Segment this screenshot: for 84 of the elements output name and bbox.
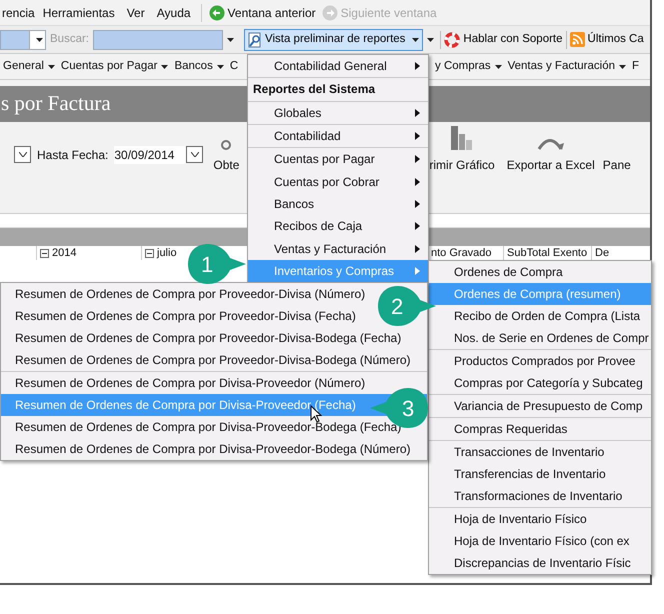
menu-bar-item[interactable]: Ayuda bbox=[150, 4, 197, 22]
menu-item[interactable]: Variancia de Presupuesto de Comp bbox=[454, 397, 643, 415]
submenu-arrow-icon bbox=[415, 244, 420, 253]
submenu-arrow-icon bbox=[415, 155, 420, 164]
menu-item[interactable]: Transformaciones de Inventario bbox=[454, 487, 622, 505]
lifebuoy-icon bbox=[444, 32, 460, 48]
dropdown-button[interactable] bbox=[186, 146, 204, 163]
search-field[interactable] bbox=[93, 30, 223, 50]
bar-chart-icon bbox=[451, 124, 474, 150]
ribbon-button[interactable]: Pane bbox=[602, 124, 631, 174]
menu-bar-item[interactable]: Ver bbox=[120, 4, 151, 22]
submenu-arrow-icon bbox=[415, 266, 420, 275]
menu-item[interactable]: Compras Requeridas bbox=[454, 420, 568, 438]
step-callout: 2 bbox=[376, 284, 438, 328]
menu-item[interactable]: Contabilidad bbox=[274, 127, 341, 146]
nav-menu-item[interactable]: General bbox=[0, 58, 58, 76]
submenu-arrow-icon bbox=[415, 132, 420, 140]
arc-arrow-icon bbox=[536, 136, 565, 150]
support-button[interactable]: Hablar con Soporte bbox=[444, 30, 563, 48]
menu-item[interactable]: Resumen de Ordenes de Compra por Proveedor-Divisa (Fecha) bbox=[15, 307, 356, 325]
menu-item[interactable]: Contabilidad General bbox=[274, 57, 387, 76]
nav-menu-item[interactable]: C bbox=[226, 58, 242, 76]
rss-icon bbox=[570, 32, 585, 47]
ribbon-button[interactable]: Obte bbox=[213, 124, 240, 174]
nav-menu-item[interactable]: Ventas y Facturación bbox=[504, 58, 630, 76]
menu-item[interactable]: Hoja de Inventario Físico (con ex bbox=[454, 532, 630, 550]
feeds-button[interactable]: Últimos Ca bbox=[570, 30, 644, 48]
submenu-arrow-icon bbox=[415, 222, 420, 230]
menu-item[interactable]: Resumen de Ordenes de Compra por Divisa-Proveedor-Bodega (Número) bbox=[15, 440, 411, 458]
menu-item[interactable]: Ventas y Facturación bbox=[274, 240, 386, 258]
submenu-arrow-icon bbox=[415, 178, 420, 186]
menu-item[interactable]: Recibos de Caja bbox=[274, 217, 362, 236]
grid-header-cell: 2014 bbox=[36, 246, 141, 260]
menu-section-header: Reportes del Sistema bbox=[252, 81, 376, 98]
menu-item[interactable]: Cuentas por Pagar bbox=[274, 150, 375, 168]
menu-item[interactable]: Nos. de Serie en Ordenes de Compr bbox=[454, 329, 649, 347]
nav-menu-item[interactable]: Cuentas por Pagar bbox=[58, 58, 172, 76]
combo-field[interactable] bbox=[0, 30, 46, 50]
menu-item[interactable]: Productos Comprados por Provee bbox=[454, 352, 636, 370]
menu-item[interactable]: Transacciones de Inventario bbox=[454, 443, 604, 461]
caret-icon bbox=[494, 64, 502, 68]
collapse-icon bbox=[145, 248, 154, 258]
menu-item[interactable]: Resumen de Ordenes de Compra por Divisa-Proveedor-Bodega (Fecha) bbox=[15, 418, 402, 436]
nav-button[interactable]: Ventana anterior bbox=[206, 4, 319, 22]
submenu-arrow-icon bbox=[415, 62, 420, 70]
magnifier-page-icon bbox=[248, 32, 262, 48]
menu-item[interactable]: Resumen de Ordenes de Compra por Proveedor-Divisa-Bodega (Número) bbox=[15, 351, 411, 369]
caret-icon bbox=[161, 64, 168, 68]
menu-item[interactable]: Bancos bbox=[274, 194, 314, 213]
page-title: s por Factura bbox=[0, 90, 111, 118]
chevron-down-icon bbox=[18, 152, 26, 157]
submenu-arrow-icon bbox=[415, 108, 420, 117]
caret-icon bbox=[619, 64, 626, 68]
caret-icon bbox=[216, 64, 224, 68]
nav-menu-item[interactable]: y Compras bbox=[432, 58, 505, 76]
submenu-arrow-icon bbox=[415, 200, 420, 208]
menu-item[interactable]: Recibo de Orden de Compra (Lista bbox=[454, 307, 640, 325]
menu-item[interactable]: Discrepancias de Inventario Físic bbox=[454, 554, 631, 572]
ring-icon bbox=[221, 140, 232, 150]
menu-item[interactable]: Hoja de Inventario Físico bbox=[454, 510, 587, 528]
menu-item[interactable]: Cuentas por Cobrar bbox=[274, 172, 380, 191]
menu-bar-item[interactable]: Herramientas bbox=[36, 4, 121, 22]
report-preview-button[interactable]: Vista preliminar de reportes bbox=[244, 28, 424, 50]
date-label: Hasta Fecha: bbox=[37, 147, 108, 164]
caret-icon bbox=[48, 64, 55, 68]
menu-item[interactable]: Ordenes de Compra bbox=[454, 263, 563, 281]
ribbon-button[interactable]: Exportar a Excel bbox=[506, 124, 595, 174]
menu-item[interactable]: Globales bbox=[274, 104, 322, 122]
caret-icon bbox=[36, 38, 43, 42]
caret-icon bbox=[227, 38, 234, 42]
date-field[interactable]: 30/09/2014 bbox=[114, 146, 186, 164]
ribbon-button[interactable]: rimir Gráfico bbox=[429, 124, 495, 174]
menu-item[interactable]: Resumen de Ordenes de Compra por Proveedor-Divisa (Número) bbox=[15, 285, 366, 303]
chevron-down-icon bbox=[190, 152, 199, 157]
menu-item[interactable]: Compras por Categoría y Subcateg bbox=[454, 374, 643, 392]
menu-item[interactable]: Resumen de Ordenes de Compra por Divisa-Proveedor (Número) bbox=[15, 374, 366, 392]
menu-item[interactable]: Resumen de Ordenes de Compra por Proveedor-Divisa-Bodega (Fecha) bbox=[15, 329, 402, 347]
collapse-icon bbox=[40, 248, 49, 258]
menu-bar-item[interactable]: rencia bbox=[0, 4, 37, 22]
nav-menu-item[interactable]: F bbox=[629, 58, 642, 76]
dropdown-button[interactable] bbox=[14, 146, 31, 163]
nav-menu-item[interactable]: Bancos bbox=[171, 58, 227, 76]
search-label: Buscar: bbox=[50, 32, 89, 47]
menu-item[interactable]: Transferencias de Inventario bbox=[454, 465, 606, 483]
